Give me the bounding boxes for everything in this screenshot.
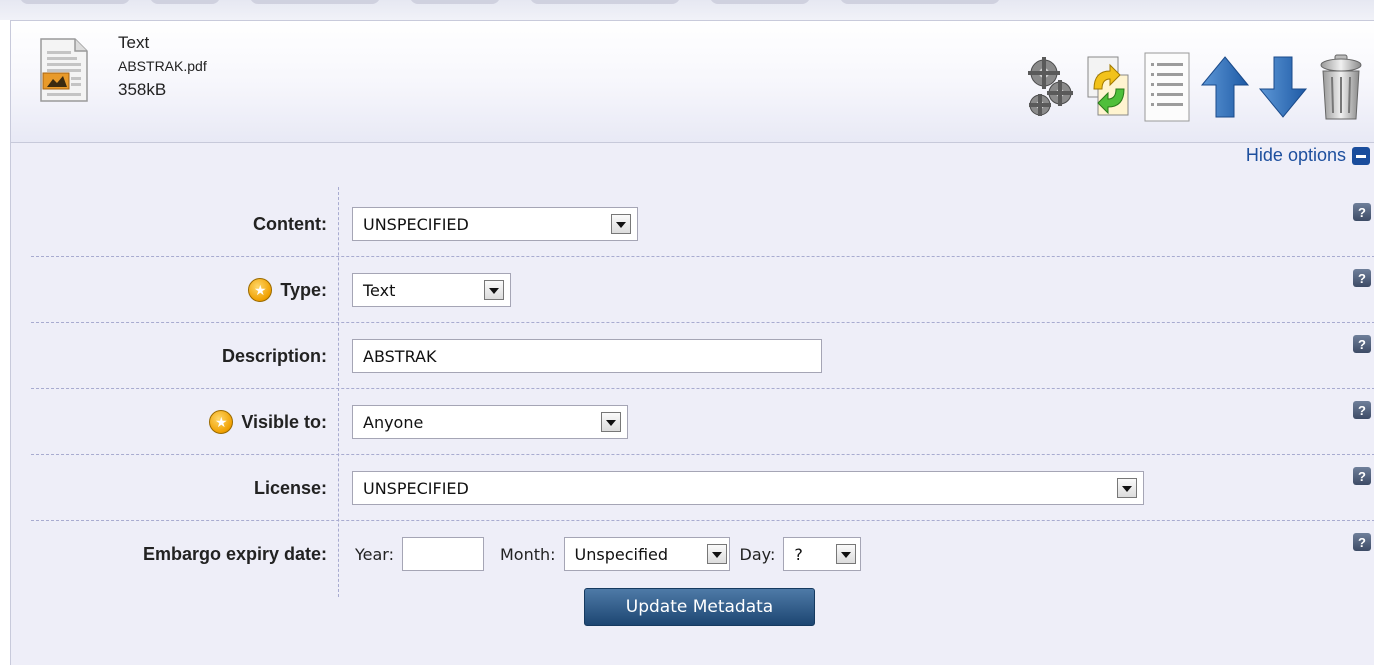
license-select[interactable]: UNSPECIFIED	[352, 471, 1144, 505]
help-icon[interactable]: ?	[1353, 335, 1371, 353]
content-label: Content:	[253, 213, 327, 234]
move-down-icon[interactable]	[1256, 45, 1310, 129]
day-select[interactable]: ?	[783, 537, 862, 571]
gears-icon[interactable]	[1024, 45, 1078, 129]
day-label: Day:	[739, 544, 776, 564]
document-details-icon[interactable]	[1140, 45, 1194, 129]
visible-to-row: Visible to: Anyone ?	[11, 389, 1374, 455]
dropdown-arrow-icon[interactable]	[611, 214, 631, 234]
type-select-value: Text	[363, 280, 396, 300]
visible-to-select-value: Anyone	[363, 412, 424, 432]
license-label: License:	[253, 477, 327, 498]
day-select-value: ?	[794, 544, 803, 564]
trash-icon[interactable]	[1314, 45, 1368, 129]
help-icon[interactable]: ?	[1353, 401, 1371, 419]
file-header: Text ABSTRAK.pdf 358kB	[11, 21, 1374, 143]
content-row: Content: UNSPECIFIED ?	[11, 191, 1374, 257]
top-banner-strip	[0, 0, 1374, 20]
hide-options-label: Hide options	[1245, 145, 1346, 165]
type-label: Type:	[248, 257, 327, 323]
description-input[interactable]: ABSTRAK	[352, 339, 822, 373]
dropdown-arrow-icon[interactable]	[836, 544, 857, 564]
file-name[interactable]: ABSTRAK.pdf	[118, 55, 207, 77]
year-label: Year:	[355, 544, 394, 564]
content-select-value: UNSPECIFIED	[363, 214, 469, 234]
file-size: 358kB	[118, 80, 167, 99]
document-toolbar	[1024, 45, 1368, 129]
dropdown-arrow-icon[interactable]	[484, 280, 504, 300]
pdf-document-icon[interactable]	[39, 37, 89, 103]
month-select-value: Unspecified	[574, 544, 669, 564]
description-row: Description: ABSTRAK ?	[11, 323, 1374, 389]
year-input[interactable]	[401, 537, 484, 571]
embargo-label: Embargo expiry date:	[142, 543, 327, 564]
dropdown-arrow-icon[interactable]	[1117, 478, 1137, 498]
file-info: Text ABSTRAK.pdf 358kB	[118, 31, 207, 103]
help-icon[interactable]: ?	[1353, 269, 1371, 287]
required-star-icon	[248, 278, 273, 302]
update-metadata-button[interactable]: Update Metadata	[584, 588, 815, 626]
type-row: Type: Text ?	[11, 257, 1374, 323]
help-icon[interactable]: ?	[1353, 203, 1371, 221]
help-icon[interactable]: ?	[1353, 467, 1371, 485]
type-select[interactable]: Text	[352, 273, 511, 307]
hide-options-toggle[interactable]: Hide options	[1246, 145, 1370, 166]
month-label: Month:	[499, 544, 556, 564]
license-row: License: UNSPECIFIED ?	[11, 455, 1374, 521]
replace-file-icon[interactable]	[1082, 45, 1136, 129]
license-select-value: UNSPECIFIED	[363, 478, 469, 498]
move-up-icon[interactable]	[1198, 45, 1252, 129]
visible-to-label: Visible to:	[209, 389, 327, 455]
content-select[interactable]: UNSPECIFIED	[352, 207, 638, 241]
collapse-minus-icon	[1352, 146, 1370, 165]
document-panel: Text ABSTRAK.pdf 358kB Hide options Cont…	[10, 20, 1374, 665]
file-type: Text	[118, 33, 150, 52]
visible-to-select[interactable]: Anyone	[352, 405, 628, 439]
month-select[interactable]: Unspecified	[563, 537, 730, 571]
dropdown-arrow-icon[interactable]	[601, 412, 621, 432]
embargo-row: Embargo expiry date: Year: Month: Unspec…	[11, 521, 1374, 587]
help-icon[interactable]: ?	[1353, 533, 1371, 551]
dropdown-arrow-icon[interactable]	[706, 544, 727, 564]
description-label: Description:	[221, 345, 327, 366]
required-star-icon	[209, 410, 234, 434]
